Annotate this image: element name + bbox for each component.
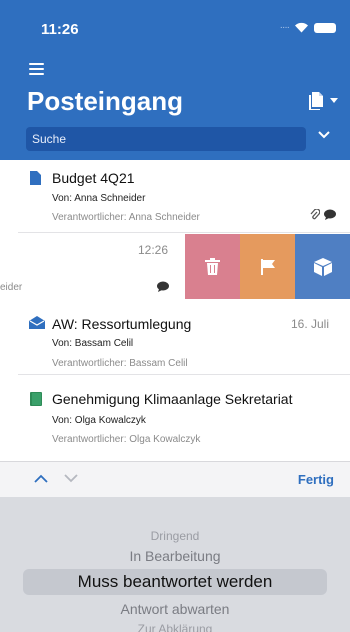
mail-responsible: eider [0, 282, 23, 293]
comment-icon [324, 209, 336, 220]
app-header: 11:26 ···· Posteingang Suche [0, 0, 350, 160]
flag-action-button[interactable] [240, 234, 295, 299]
comment-icon [157, 281, 169, 292]
chevron-up-icon[interactable] [34, 474, 48, 483]
divider [18, 232, 350, 233]
status-picker[interactable]: Dringend In Bearbeitung Muss beantwortet… [0, 497, 350, 632]
mail-item[interactable]: Genehmigung Klimaanlage Sekretariat Von:… [0, 375, 350, 447]
battery-icon [314, 22, 336, 33]
wifi-icon [295, 22, 308, 33]
status-time: 11:26 [41, 21, 79, 38]
delete-action-button[interactable] [185, 234, 240, 299]
mail-sender: Von: Anna Schneider [52, 193, 146, 204]
chevron-down-icon[interactable] [64, 474, 78, 483]
document-icon [30, 171, 41, 185]
move-action-button[interactable] [295, 234, 350, 299]
menu-icon[interactable] [29, 63, 44, 78]
chevron-down-icon [330, 97, 338, 103]
mail-sender: Von: Olga Kowalczyk [52, 415, 146, 426]
mail-subject: AW: Ressortumlegung [52, 316, 192, 332]
paperclip-icon [310, 209, 320, 220]
open-envelope-icon [29, 316, 45, 329]
picker-toolbar: Fertig [0, 461, 350, 498]
mail-item[interactable]: AW: Ressortumlegung 16. Juli Von: Bassam… [0, 302, 350, 374]
signal-icon: ···· [279, 22, 290, 33]
mail-responsible: Verantwortlicher: Anna Schneider [52, 212, 200, 223]
status-icons: ···· [280, 22, 336, 33]
trash-icon [205, 258, 220, 275]
mail-responsible: Verantwortlicher: Olga Kowalczyk [52, 434, 201, 445]
mail-subject: Genehmigung Klimaanlage Sekretariat [52, 391, 293, 407]
mail-date: 16. Juli [290, 317, 329, 331]
folder-switch-button[interactable] [307, 90, 338, 110]
documents-icon [309, 92, 323, 110]
mail-subject: Budget 4Q21 [52, 170, 135, 186]
done-button[interactable]: Fertig [298, 472, 334, 487]
page-title: Posteingang [27, 86, 184, 116]
book-icon [30, 392, 42, 406]
search-options-chevron-icon[interactable] [318, 131, 330, 139]
mail-sender: Von: Bassam Celil [52, 338, 134, 349]
picker-option[interactable]: Dringend [0, 529, 350, 543]
picker-option[interactable]: Antwort abwarten [0, 601, 350, 617]
picker-option[interactable]: In Bearbeitung [0, 548, 350, 564]
picker-option[interactable]: Zur Abklärung [0, 622, 350, 632]
flag-icon [261, 259, 275, 275]
mail-item[interactable]: Budget 4Q21 Von: Anna Schneider Verantwo… [0, 160, 350, 232]
mail-responsible: Verantwortlicher: Bassam Celil [52, 358, 188, 369]
box-icon [314, 258, 332, 276]
picker-option-selected[interactable]: Muss beantwortet werden [0, 572, 350, 592]
mail-item-swiped[interactable]: 12:26 eider [0, 234, 185, 299]
search-input[interactable]: Suche [26, 127, 306, 151]
mail-time: 12:26 [138, 243, 169, 257]
